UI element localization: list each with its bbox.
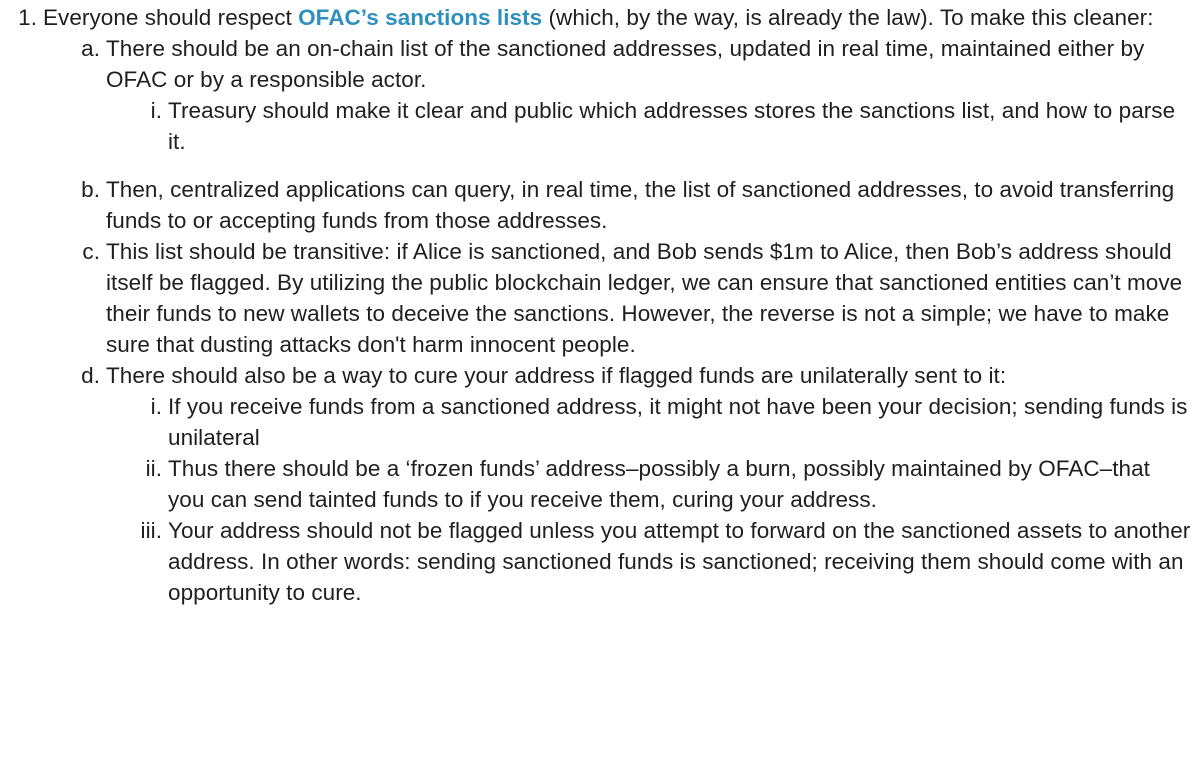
list-item-b-text: Then, centralized applications can query… — [106, 177, 1175, 233]
list-item-d-iii-text: Your address should not be flagged unles… — [168, 518, 1191, 605]
list-item-d-i: i. If you receive funds from a sanctione… — [151, 391, 1192, 453]
list-item-d-iii: iii. Your address should not be flagged … — [141, 515, 1192, 608]
list-marker-b: b. — [81, 177, 100, 202]
list-item-d-ii-text: Thus there should be a ‘frozen funds’ ad… — [168, 456, 1150, 512]
list-item-a-i-text: Treasury should make it clear and public… — [168, 98, 1176, 154]
list-item-d-ii: ii. Thus there should be a ‘frozen funds… — [146, 453, 1192, 515]
list-item-c-text: This list should be transitive: if Alice… — [106, 239, 1183, 357]
list-item-d-text: There should also be a way to cure your … — [106, 363, 1007, 388]
list-marker-1: 1. — [18, 5, 37, 30]
list-marker-d-i: i. — [150, 394, 162, 419]
list-marker-a: a. — [81, 36, 100, 61]
list-item-a: a. There should be an on-chain list of t… — [81, 33, 1194, 95]
list-item-a-i: i. Treasury should make it clear and pub… — [151, 95, 1192, 157]
list-marker-d-ii: ii. — [145, 456, 162, 481]
list-item-b: b. Then, centralized applications can qu… — [81, 174, 1194, 236]
list-item-d-i-text: If you receive funds from a sanctioned a… — [168, 394, 1188, 450]
list-item-d: d. There should also be a way to cure yo… — [81, 360, 1194, 391]
list-item-c: c. This list should be transitive: if Al… — [82, 236, 1194, 360]
list-item-1: 1. Everyone should respect OFAC’s sancti… — [18, 2, 1183, 33]
list-marker-d-iii: iii. — [140, 518, 162, 543]
list-marker-d: d. — [81, 363, 100, 388]
document-body: 1. Everyone should respect OFAC’s sancti… — [0, 2, 1200, 608]
ofac-sanctions-link[interactable]: OFAC’s sanctions lists — [298, 5, 542, 30]
list-item-1-text-after: (which, by the way, is already the law).… — [542, 5, 1154, 30]
list-marker-c: c. — [82, 239, 100, 264]
list-item-a-text: There should be an on-chain list of the … — [106, 36, 1145, 92]
list-item-1-text-before: Everyone should respect — [43, 5, 299, 30]
list-marker-a-i: i. — [150, 98, 162, 123]
